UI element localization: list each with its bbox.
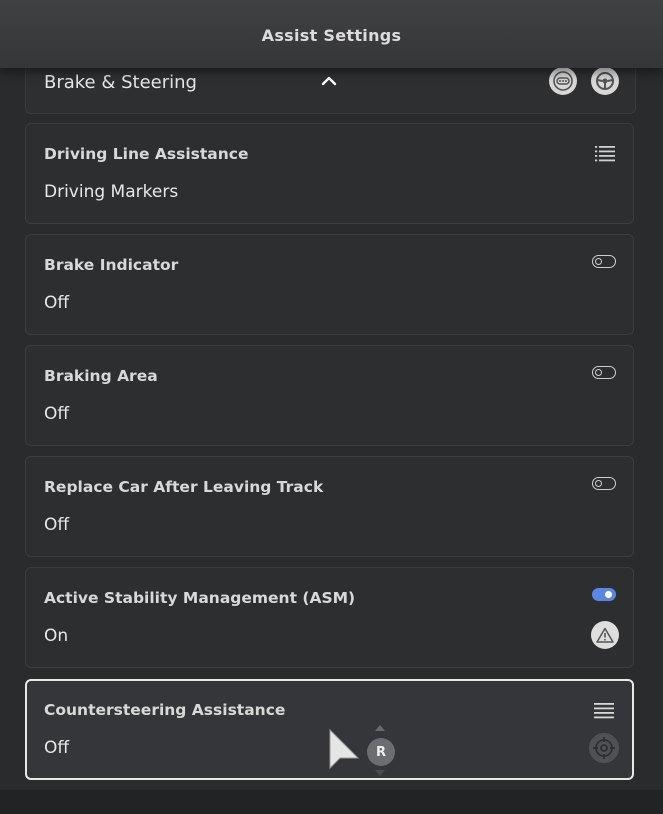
setting-card-driving-line-assistance[interactable]: Driving Line Assistance Driving Markers <box>25 123 634 224</box>
page-title: Assist Settings <box>261 26 402 45</box>
toggle-knob <box>605 590 612 598</box>
menu-lines-icon <box>594 703 614 719</box>
section-header-brake-steering[interactable]: Brake & Steering <box>25 64 636 114</box>
toggle-knob <box>595 368 602 376</box>
toggle-knob <box>595 257 602 265</box>
setting-card-brake-indicator[interactable]: Brake Indicator Off <box>25 234 634 335</box>
title-bar: Assist Settings <box>0 0 663 68</box>
setting-title: Braking Area <box>44 367 158 385</box>
setting-value: Off <box>44 738 70 758</box>
section-label: Brake & Steering <box>44 72 197 93</box>
scroll-down-arrow-icon <box>375 770 385 776</box>
setting-value: Driving Markers <box>44 182 179 202</box>
cursor-pointer-icon <box>329 728 360 770</box>
toggle-knob <box>595 479 602 487</box>
toggle-switch[interactable] <box>592 255 616 268</box>
setting-value: Off <box>44 515 70 535</box>
steering-wheel-icon <box>591 67 619 95</box>
bottom-edge <box>0 790 663 814</box>
setting-title: Brake Indicator <box>44 256 179 274</box>
setting-card-replace-car[interactable]: Replace Car After Leaving Track Off <box>25 456 634 557</box>
scroll-up-arrow-icon <box>375 725 385 731</box>
controller-icon <box>549 67 577 95</box>
toggle-switch[interactable] <box>592 366 616 379</box>
setting-title: Replace Car After Leaving Track <box>44 478 324 496</box>
setting-title: Countersteering Assistance <box>44 701 286 719</box>
warning-icon <box>591 621 619 649</box>
setting-value: Off <box>44 293 70 313</box>
r-stick-button[interactable]: R <box>367 738 395 766</box>
target-icon <box>589 733 619 763</box>
setting-card-asm[interactable]: Active Stability Management (ASM) On <box>25 567 634 668</box>
setting-value: On <box>44 626 69 646</box>
toggle-switch[interactable] <box>592 588 616 601</box>
setting-title: Active Stability Management (ASM) <box>44 589 356 607</box>
setting-card-braking-area[interactable]: Braking Area Off <box>25 345 634 446</box>
list-icon <box>595 146 615 162</box>
setting-value: Off <box>44 404 70 424</box>
setting-title: Driving Line Assistance <box>44 145 249 163</box>
toggle-switch[interactable] <box>592 477 616 490</box>
chevron-up-icon[interactable] <box>320 72 338 90</box>
